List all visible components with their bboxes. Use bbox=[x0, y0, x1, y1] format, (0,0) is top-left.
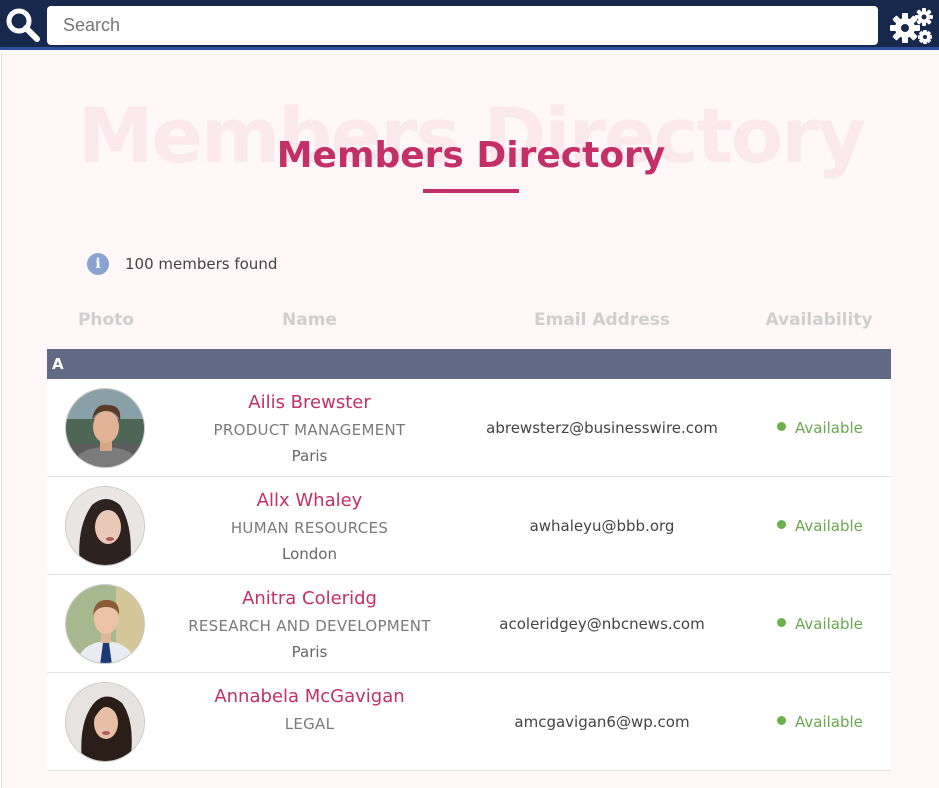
member-info: Annabela McGavigan LEGAL bbox=[162, 673, 457, 741]
availability-label: Available bbox=[795, 615, 863, 633]
avatar bbox=[65, 486, 145, 566]
member-info: Allx Whaley HUMAN RESOURCES London bbox=[162, 477, 457, 563]
member-info: Ailis Brewster PRODUCT MANAGEMENT Paris bbox=[162, 379, 457, 465]
member-info: Anitra Coleridg RESEARCH AND DEVELOPMENT… bbox=[162, 575, 457, 661]
gears-icon[interactable] bbox=[887, 6, 935, 46]
member-name[interactable]: Ailis Brewster bbox=[162, 392, 457, 413]
availability-status: Available bbox=[777, 419, 863, 437]
search-input[interactable] bbox=[47, 6, 878, 45]
table-row[interactable]: Anitra Coleridg RESEARCH AND DEVELOPMENT… bbox=[47, 575, 891, 673]
dot-icon bbox=[777, 716, 786, 725]
availability-status: Available bbox=[777, 713, 863, 731]
page-title: Members Directory bbox=[276, 135, 666, 176]
dot-icon bbox=[777, 520, 786, 529]
member-email[interactable]: abrewsterz@businesswire.com bbox=[457, 419, 747, 437]
member-city: Paris bbox=[291, 447, 328, 465]
top-bar bbox=[0, 0, 939, 50]
member-department: HUMAN RESOURCES bbox=[230, 519, 389, 537]
member-email[interactable]: amcgavigan6@wp.com bbox=[457, 713, 747, 731]
avatar bbox=[65, 584, 145, 664]
availability-label: Available bbox=[795, 517, 863, 535]
column-header-email[interactable]: Email Address bbox=[457, 310, 747, 330]
dot-icon bbox=[777, 618, 786, 627]
avatar bbox=[65, 682, 145, 762]
dot-icon bbox=[777, 422, 786, 431]
search-icon[interactable] bbox=[5, 7, 41, 43]
column-header-photo[interactable]: Photo bbox=[47, 310, 165, 330]
member-name[interactable]: Allx Whaley bbox=[162, 490, 457, 511]
avatar bbox=[65, 388, 145, 468]
members-count: 100 members found bbox=[125, 255, 278, 273]
member-name[interactable]: Anitra Coleridg bbox=[162, 588, 457, 609]
info-circle-icon: i bbox=[87, 253, 109, 275]
table-row[interactable]: Annabela McGavigan LEGAL amcgavigan6@wp.… bbox=[47, 673, 891, 771]
member-department: LEGAL bbox=[284, 715, 335, 733]
column-header-name[interactable]: Name bbox=[162, 310, 457, 330]
member-department: RESEARCH AND DEVELOPMENT bbox=[188, 617, 431, 635]
member-city: Paris bbox=[291, 643, 328, 661]
column-header-availability[interactable]: Availability bbox=[747, 310, 891, 330]
availability-label: Available bbox=[795, 713, 863, 731]
member-city: London bbox=[282, 545, 337, 563]
member-name[interactable]: Annabela McGavigan bbox=[162, 686, 457, 707]
availability-status: Available bbox=[777, 517, 863, 535]
table-header: Photo Name Email Address Availability bbox=[47, 310, 891, 336]
group-header-letter: A bbox=[47, 349, 891, 379]
member-email[interactable]: acoleridgey@nbcnews.com bbox=[457, 615, 747, 633]
table-row[interactable]: Ailis Brewster PRODUCT MANAGEMENT Paris … bbox=[47, 379, 891, 477]
table-row[interactable]: Allx Whaley HUMAN RESOURCES London awhal… bbox=[47, 477, 891, 575]
member-department: PRODUCT MANAGEMENT bbox=[213, 421, 406, 439]
availability-label: Available bbox=[795, 419, 863, 437]
member-email[interactable]: awhaleyu@bbb.org bbox=[457, 517, 747, 535]
availability-status: Available bbox=[777, 615, 863, 633]
title-underline bbox=[423, 189, 519, 193]
